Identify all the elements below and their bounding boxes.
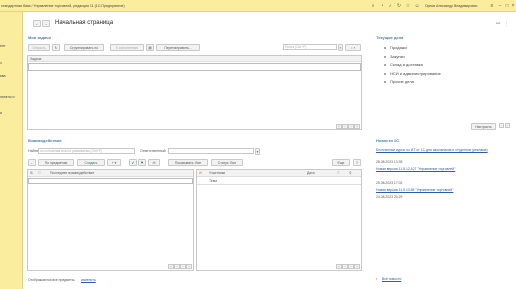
interactions-title: Взаимодействия (28, 138, 62, 143)
sidebar-item-3[interactable]: ква (0, 74, 5, 78)
more-icon[interactable]: ⋮ (504, 21, 509, 27)
news-date-4: 24.08.2023 20:29 (376, 195, 403, 199)
affair-item-admin[interactable]: НСИ и администрирование (384, 71, 441, 76)
interactions-subheader: Тема (197, 178, 361, 185)
refresh-tasks-icon[interactable]: ↻ (52, 44, 60, 51)
affair-item-sales[interactable]: Продажи (384, 45, 407, 50)
tasks-scroll-last[interactable]: » (354, 124, 360, 129)
mail-icon[interactable]: ✉ (148, 159, 160, 166)
interactions-table[interactable]: ✉ Участники Дата ⚐ ⚲ Тема (196, 169, 362, 271)
affair-item-purchases[interactable]: Закупки (384, 54, 405, 59)
execute-button[interactable]: К исполнению (110, 44, 144, 51)
group-by-button[interactable]: Сгруппировать по (64, 44, 104, 51)
by-subjects-button[interactable]: По предметам (38, 159, 74, 166)
find-contacts-input[interactable]: по контактам или по реквизитам (Ctrl+F) (38, 148, 135, 154)
all-news-link[interactable]: Все новости (382, 277, 401, 281)
minimize-icon[interactable]: – (497, 3, 503, 9)
responsible-label: Ответственный (140, 149, 166, 153)
back-nav-icon[interactable]: ← (28, 159, 36, 166)
topic-header[interactable]: Тема (209, 179, 217, 183)
sections-panel: ент з ква льтаты и и (0, 12, 23, 289)
bell-icon[interactable]: ♪ (387, 3, 393, 9)
paperclip-column-icon: ⚲ (349, 171, 352, 175)
tasks-search-input[interactable]: Поиск (Ctrl+F) (283, 44, 337, 50)
footer-text: Отображаются все предметы, (28, 278, 76, 282)
responsible-select-icon[interactable]: ▾ (255, 148, 260, 155)
affairs-scroll-down[interactable]: › (505, 123, 510, 128)
show-filter-button[interactable]: Показывать: Все (168, 159, 208, 166)
sidebar-item-2[interactable]: з (0, 61, 2, 65)
subjects-table[interactable]: ⇅ ⚐ Последнее взаимодействие (27, 169, 194, 271)
star-icon[interactable]: ☆ (405, 3, 411, 9)
page-title: Начальная страница (55, 20, 114, 26)
status-filter-button[interactable]: Статус: Все (211, 159, 243, 166)
affairs-scroll-up[interactable]: ‹ (499, 123, 504, 128)
user-icon[interactable]: ☺ (414, 3, 420, 9)
sidebar-item-4[interactable]: льтаты и (0, 95, 14, 99)
sort-icon[interactable]: ⇅ (30, 171, 33, 175)
task-row-selected[interactable] (28, 63, 361, 71)
history-icon[interactable]: ◔ (379, 3, 385, 9)
task-form-icon[interactable]: ▤ (146, 44, 154, 51)
news-date-3: 25.08.2023 17:02 (376, 181, 403, 185)
search-icon[interactable]: ⌕ (370, 3, 376, 9)
forward-button[interactable]: → (42, 20, 50, 27)
last-interaction-header[interactable]: Последнее взаимодействие (50, 171, 94, 175)
add-icon[interactable]: + ▾ (107, 159, 121, 166)
news-date-2: 28.08.2023 13:39 (376, 160, 403, 164)
tasks-title: Мои задачи (28, 35, 51, 40)
menu-icon[interactable]: ≡ (489, 3, 495, 9)
interactions-scroll-last[interactable]: » (354, 264, 360, 269)
responsible-field[interactable] (168, 148, 254, 154)
current-user[interactable]: Орлов Александр Владимирович (425, 4, 477, 8)
current-affairs-title: Текущие дела (376, 35, 404, 40)
news-item-1[interactable]: Бесплатные курсы по ИТ от 1С для школьни… (376, 148, 488, 152)
search-button[interactable]: ⌕ ▾ (345, 44, 361, 51)
find-label: Найти (28, 149, 39, 153)
interactions-header: ✉ Участники Дата ⚐ ⚲ (197, 170, 361, 177)
sidebar-item-5[interactable]: и (0, 111, 2, 115)
news-item-2[interactable]: Новая версия 11.5.12.107 "Управление тор… (376, 167, 455, 171)
back-button[interactable]: ← (33, 20, 41, 27)
date-header[interactable]: Дата (307, 171, 315, 175)
news-item-3[interactable]: Новая версия 11.5.13.58 "Управление торг… (376, 188, 453, 192)
affair-item-warehouse[interactable]: Склад и доставка (384, 62, 423, 67)
clear-search-icon[interactable]: × (338, 44, 343, 51)
subject-row-selected[interactable] (28, 178, 193, 184)
refresh-icon[interactable]: ↻ (396, 3, 402, 9)
subjects-scroll-last[interactable]: » (186, 264, 192, 269)
affair-item-other[interactable]: Прочие дела (384, 79, 414, 84)
news-feed-icon: ▪ (376, 276, 378, 281)
email-column-icon: ✉ (199, 171, 202, 175)
more-button[interactable]: Еще (332, 159, 350, 166)
subjects-header: ⇅ ⚐ Последнее взаимодействие (28, 170, 193, 177)
sidebar-item-1[interactable]: ент (0, 44, 6, 48)
attachment-column-icon: ⚐ (337, 171, 341, 175)
window-title: стандартная база / Управление торговлей,… (1, 4, 125, 8)
check-icon[interactable]: ✔ (129, 159, 137, 166)
flag-icon[interactable]: ⚑ (138, 159, 146, 166)
tasks-column-header[interactable]: Задача (28, 56, 361, 62)
link-icon[interactable]: ⚯ (496, 21, 500, 27)
help-button[interactable]: ? (353, 159, 361, 166)
open-task-button[interactable]: Открыть (28, 44, 50, 51)
title-bar: стандартная база / Управление торговлей,… (0, 0, 516, 12)
tasks-table[interactable]: Задача (27, 55, 362, 130)
participants-header[interactable]: Участники (209, 171, 225, 175)
change-link[interactable]: изменить (81, 278, 96, 282)
news-title: Новости 1С (376, 138, 399, 143)
close-icon[interactable]: × (510, 3, 516, 9)
settings-button[interactable]: Настроить (471, 123, 496, 130)
create-button[interactable]: Создать (77, 159, 105, 166)
redirect-button[interactable]: Перенаправить... (156, 44, 200, 51)
flag-column-icon: ⚐ (38, 171, 42, 175)
